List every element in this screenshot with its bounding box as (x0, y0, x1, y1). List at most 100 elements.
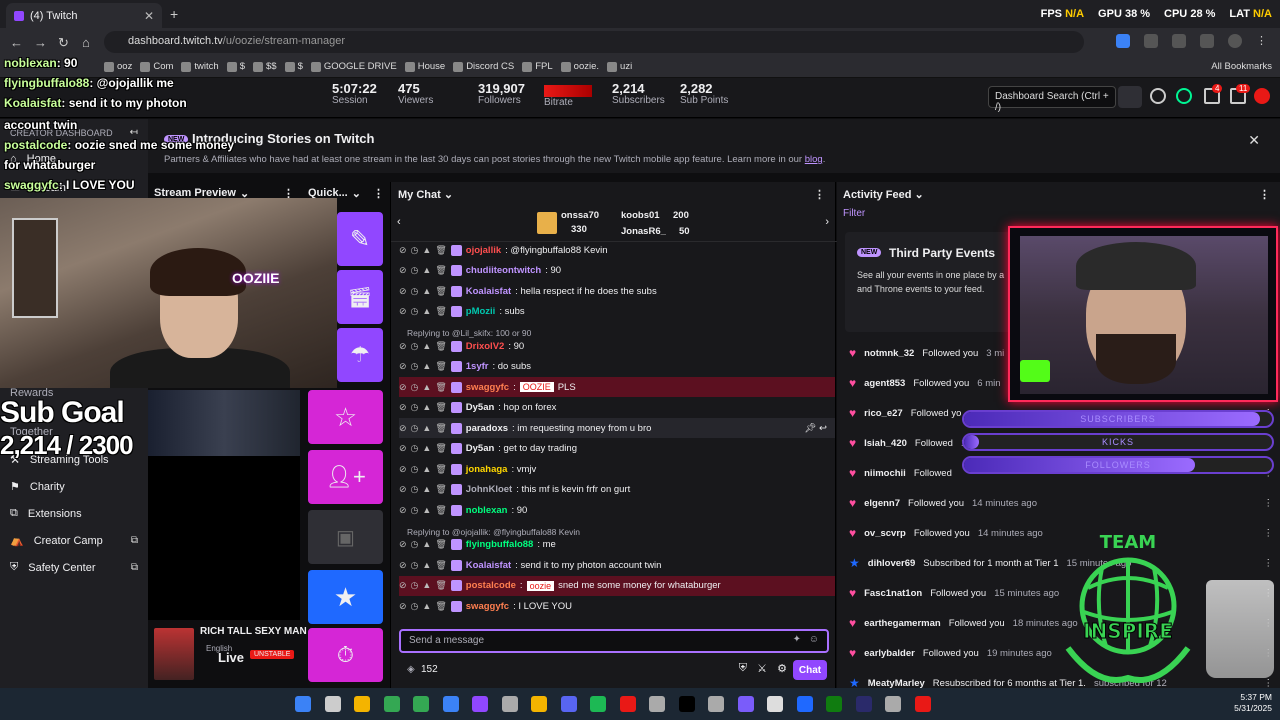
quick-action-highlight[interactable]: ☆ (308, 390, 383, 444)
timeout-icon[interactable]: ◷ (411, 245, 419, 256)
delete-icon[interactable]: 🗑︎ (435, 341, 446, 352)
feed-username[interactable]: earlybalder (864, 648, 915, 659)
timeout-icon[interactable]: ◷ (411, 505, 419, 516)
timeout-icon[interactable]: ◷ (411, 443, 419, 454)
close-tab-icon[interactable]: ✕ (144, 9, 154, 23)
timeout-icon[interactable]: ◷ (411, 361, 419, 372)
delete-icon[interactable]: 🗑︎ (435, 402, 446, 413)
timeout-icon[interactable]: ◷ (411, 580, 419, 591)
bookmark-item[interactable]: oozie. (560, 61, 599, 72)
avatar[interactable] (1254, 88, 1270, 104)
taskbar-app-icon[interactable] (619, 696, 636, 712)
delete-icon[interactable]: 🗑︎ (435, 464, 446, 475)
quick-action-clip[interactable]: 🎬︎ (337, 270, 383, 324)
ban-icon[interactable]: ⊘ (399, 361, 407, 372)
timeout-icon[interactable]: ◷ (411, 484, 419, 495)
warn-icon[interactable]: ▲ (422, 286, 431, 297)
chat-username[interactable]: postalcode (466, 580, 516, 591)
delete-icon[interactable]: 🗑︎ (435, 265, 446, 276)
ban-icon[interactable]: ⊘ (399, 484, 407, 495)
chat-message[interactable]: ⊘ ◷ ▲ 🗑︎ swaggyfc: I LOVE YOU (399, 596, 835, 616)
search-icon[interactable] (1118, 86, 1142, 108)
feed-username[interactable]: elgenn7 (864, 498, 900, 509)
chat-message[interactable]: ⊘ ◷ ▲ 🗑︎ JohnKloet: this mf is kevin frfr on… (399, 480, 835, 500)
bookmark-item[interactable]: House (404, 61, 445, 72)
timeout-icon[interactable]: ◷ (411, 464, 419, 475)
sidebar-item-charity[interactable]: ⚑ Charity (10, 480, 138, 494)
ban-icon[interactable]: ⊘ (399, 306, 407, 317)
bookmark-item[interactable]: twitch (181, 61, 219, 72)
taskbar-app-icon[interactable] (826, 696, 842, 712)
ban-icon[interactable]: ⊘ (399, 265, 407, 276)
ban-icon[interactable]: ⊘ (399, 382, 407, 393)
taskbar-app-icon[interactable] (531, 696, 547, 712)
extension-icon[interactable] (1172, 34, 1186, 48)
dashboard-search-input[interactable]: Dashboard Search (Ctrl + /) (988, 86, 1116, 113)
taskbar-app-icon[interactable] (885, 696, 901, 712)
sidebar-item-extensions[interactable]: ⧉ Extensions (10, 507, 138, 520)
quick-action-raid[interactable]: ☂ (337, 328, 383, 382)
delete-icon[interactable]: 🗑︎ (435, 539, 446, 550)
ban-icon[interactable]: ⊘ (399, 560, 407, 571)
filter-link[interactable]: Filter (843, 208, 865, 219)
warn-icon[interactable]: ▲ (422, 245, 431, 256)
bits-icon[interactable]: ✦ (793, 634, 801, 645)
chat-username[interactable]: 1syfr (466, 361, 489, 372)
taskbar-app-icon[interactable] (796, 696, 813, 712)
timeout-icon[interactable]: ◷ (411, 539, 419, 550)
delete-icon[interactable]: 🗑︎ (435, 601, 446, 612)
more-icon[interactable]: ⋮ (373, 187, 384, 200)
chat-message[interactable]: ⊘ ◷ ▲ 🗑︎ pMozii: subs (399, 302, 835, 322)
more-icon[interactable]: ⋮ (1264, 498, 1274, 509)
chat-message[interactable]: ⊘ ◷ ▲ 🗑︎ Koalaisfat: hella respect if he doe… (399, 281, 835, 301)
chat-message[interactable]: ⊘ ◷ ▲ 🗑︎ postalcode: oozie sned me some money … (399, 575, 835, 596)
bookmark-item[interactable]: GOOGLE DRIVE (310, 61, 397, 72)
feed-username[interactable]: notmnk_32 (864, 348, 914, 359)
chat-username[interactable]: jonahaga (466, 464, 508, 475)
extension-spark-icon[interactable] (1176, 88, 1192, 104)
taskbar-app-icon[interactable] (767, 696, 783, 712)
shield-icon[interactable]: ⛨ (739, 662, 747, 675)
more-icon[interactable]: ⋮ (1259, 188, 1270, 201)
delete-icon[interactable]: 🗑︎ (435, 505, 446, 516)
warn-icon[interactable]: ▲ (422, 382, 431, 393)
warn-icon[interactable]: ▲ (422, 443, 431, 454)
quick-action-favorite[interactable]: ★ (308, 570, 383, 624)
delete-icon[interactable]: 🗑︎ (435, 286, 446, 297)
feed-username[interactable]: earthegamerman (864, 618, 941, 629)
more-icon[interactable]: ⋮ (814, 188, 825, 201)
bookmark-item[interactable]: Com (140, 61, 173, 72)
emote-icon[interactable]: ☺ (809, 634, 819, 645)
chat-message[interactable]: ⊘ ◷ ▲ 🗑︎ Dy5an: get to day trading (399, 439, 835, 459)
back-icon[interactable]: ← (10, 35, 23, 50)
ban-icon[interactable]: ⊘ (399, 341, 407, 352)
chat-message[interactable]: ⊘ ◷ ▲ 🗑︎ jonahaga: vmjv (399, 459, 835, 479)
chat-message-input[interactable]: Send a message ✦ ☺ (399, 629, 829, 653)
timeout-icon[interactable]: ◷ (411, 382, 419, 393)
warn-icon[interactable]: ▲ (422, 341, 431, 352)
chat-message[interactable]: ⊘ ◷ ▲ 🗑︎ chudiiteontwitch: 90 (399, 261, 835, 281)
ban-icon[interactable]: ⊘ (399, 580, 407, 591)
chat-username[interactable]: Koalaisfat (466, 560, 511, 571)
feed-username[interactable]: agent853 (864, 378, 905, 389)
star-icon[interactable] (1116, 34, 1130, 48)
chat-username[interactable]: swaggyfc (466, 601, 509, 612)
ban-icon[interactable]: ⊘ (399, 423, 407, 434)
sidebar-item-creator-camp[interactable]: ⛺ Creator Camp ⧉ (10, 534, 138, 548)
warn-icon[interactable]: ▲ (422, 402, 431, 413)
chat-username[interactable]: JohnKloet (466, 484, 512, 495)
browser-tab[interactable]: (4) Twitch ✕ (6, 3, 162, 28)
warn-icon[interactable]: ▲ (422, 423, 431, 434)
ban-icon[interactable]: ⊘ (399, 443, 407, 454)
blog-link[interactable]: blog (805, 154, 823, 165)
chat-message[interactable]: ⊘ ◷ ▲ 🗑︎ noblexan: 90 (399, 500, 835, 520)
chat-message[interactable]: ⊘ ◷ ▲ 🗑︎ flyingbuffalo88: me (399, 535, 835, 555)
url-input[interactable]: dashboard.twitch.tv/u/oozie/stream-manag… (104, 31, 1084, 53)
ban-icon[interactable]: ⊘ (399, 402, 407, 413)
chat-username[interactable]: pMozii (466, 306, 496, 317)
feed-username[interactable]: ov_scvrp (864, 528, 906, 539)
taskbar-app-icon[interactable] (737, 696, 754, 712)
timeout-icon[interactable]: ◷ (411, 402, 419, 413)
activity-feed-header[interactable]: Activity Feed ⌄ (843, 188, 924, 201)
bookmark-item[interactable]: $ (226, 61, 245, 72)
